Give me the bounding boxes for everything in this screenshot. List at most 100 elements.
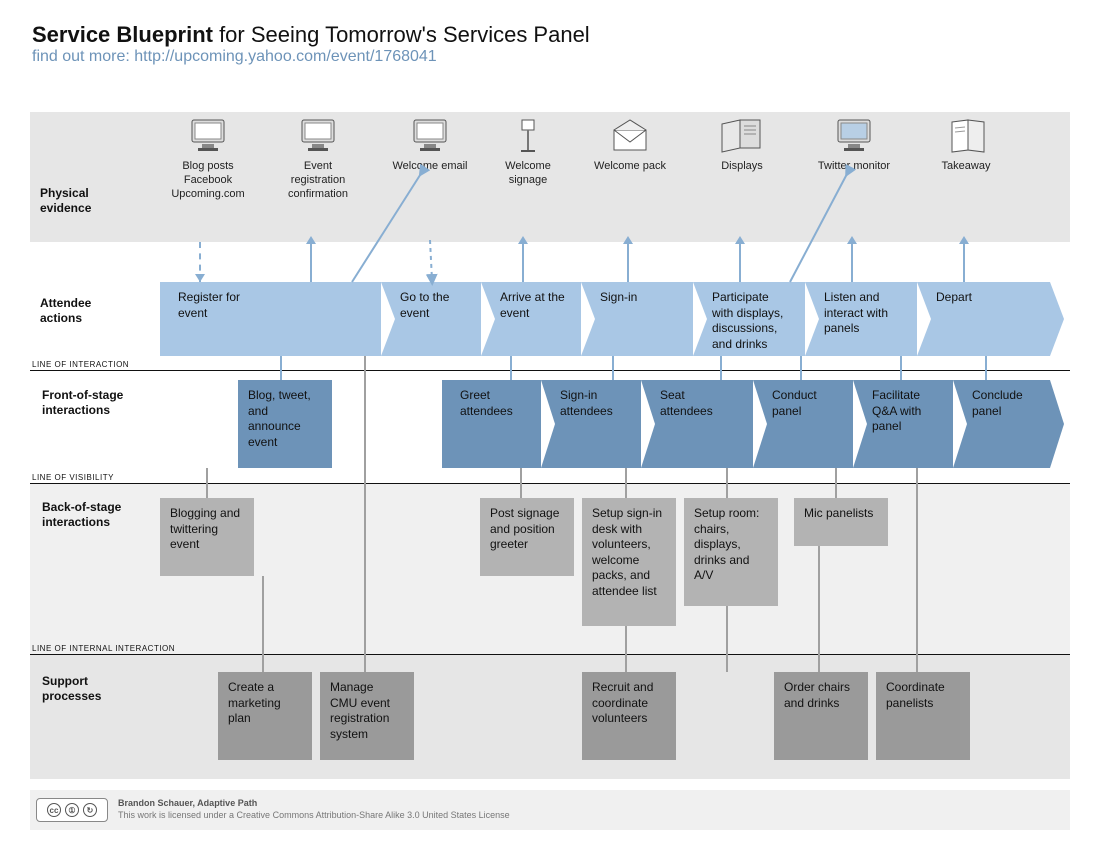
connector <box>310 242 312 282</box>
step-label: Recruit and coordinate volunteers <box>592 680 653 725</box>
fos-sign-in-attendees: Sign-in attendees <box>542 380 642 468</box>
step-label: Mic panelists <box>804 506 873 520</box>
step-label: Listen and interact with panels <box>824 290 888 335</box>
sup-manage-registration: Manage CMU event registration system <box>320 672 414 760</box>
step-label: Depart <box>936 290 972 304</box>
line-of-interaction-label: LINE OF INTERACTION <box>32 360 129 369</box>
fos-seat-attendees: Seat attendees <box>642 380 754 468</box>
arrow-up-icon <box>959 236 969 244</box>
fos-facilitate-qa: Facilitate Q&A with panel <box>854 380 954 468</box>
attendee-register: Register for event <box>160 282 382 356</box>
footer: cc ① ↻ Brandon Schauer, Adaptive Path Th… <box>30 790 1070 830</box>
pe-welcome-signage: Welcome signage <box>478 118 578 188</box>
step-label: Order chairs and drinks <box>784 680 850 710</box>
envelope-icon <box>608 118 652 154</box>
step-label: Participate with displays, discussions, … <box>712 290 783 351</box>
fos-greet-attendees: Greet attendees <box>442 380 542 468</box>
by-icon: ① <box>65 803 79 817</box>
step-label: Conduct panel <box>772 388 817 418</box>
title-rest: for Seeing Tomorrow's Services Panel <box>213 22 590 47</box>
connector <box>206 468 208 498</box>
connector <box>364 356 366 672</box>
step-label: Setup sign-in desk with volunteers, welc… <box>592 506 662 598</box>
step-label: Blog, tweet, and announce event <box>248 388 311 449</box>
attendee-arrive: Arrive at the event <box>482 282 582 356</box>
attendee-sign-in: Sign-in <box>582 282 694 356</box>
step-label: Blogging and twittering event <box>170 506 240 551</box>
step-label: Create a marketing plan <box>228 680 281 725</box>
monitor-icon <box>186 118 230 154</box>
pe-welcome-pack: Welcome pack <box>580 118 680 174</box>
title-bold: Service Blueprint <box>32 22 213 47</box>
step-label: Manage CMU event registration system <box>330 680 390 741</box>
arrow-up-icon <box>847 236 857 244</box>
sup-marketing-plan: Create a marketing plan <box>218 672 312 760</box>
step-label: Go to the event <box>400 290 449 320</box>
bos-setup-room: Setup room: chairs, displays, drinks and… <box>684 498 778 606</box>
sup-order-chairs: Order chairs and drinks <box>774 672 868 760</box>
step-label: Setup room: chairs, displays, drinks and… <box>694 506 759 582</box>
bos-blogging: Blogging and twittering event <box>160 498 254 576</box>
row-label-front-of-stage: Front-of-stage interactions <box>42 388 123 418</box>
step-label: Arrive at the event <box>500 290 565 320</box>
step-label: Register for event <box>178 290 240 320</box>
line-of-interaction <box>30 370 1070 371</box>
pe-takeaway: Takeaway <box>916 118 1016 174</box>
connector <box>835 468 837 498</box>
connector <box>916 468 918 672</box>
pe-label: Event registration confirmation <box>268 160 368 201</box>
connector <box>985 356 987 380</box>
line-of-internal-interaction <box>30 654 1070 655</box>
pe-label: Blog posts Facebook Upcoming.com <box>158 160 258 201</box>
step-label: Seat attendees <box>660 388 713 418</box>
footer-text: Brandon Schauer, Adaptive Path This work… <box>118 798 510 821</box>
page-title: Service Blueprint for Seeing Tomorrow's … <box>32 22 590 48</box>
attendee-depart: Depart <box>918 282 1050 356</box>
footer-license: This work is licensed under a Creative C… <box>118 810 510 820</box>
arrow-down-icon <box>195 274 205 282</box>
attendee-participate: Participate with displays, discussions, … <box>694 282 806 356</box>
row-label-attendee-actions: Attendee actions <box>40 296 91 326</box>
connector <box>627 242 629 282</box>
step-label: Facilitate Q&A with panel <box>872 388 921 433</box>
connector <box>800 356 802 380</box>
pe-label: Takeaway <box>916 160 1016 174</box>
pe-welcome-email: Welcome email <box>380 118 480 174</box>
row-label-back-of-stage: Back-of-stage interactions <box>42 500 121 530</box>
step-label: Greet attendees <box>460 388 513 418</box>
pe-label: Welcome signage <box>478 160 578 188</box>
connector <box>726 606 728 672</box>
monitor-icon <box>832 118 876 154</box>
fos-announce-event: Blog, tweet, and announce event <box>238 380 332 468</box>
connector <box>818 546 820 672</box>
pe-blog-posts: Blog posts Facebook Upcoming.com <box>158 118 258 201</box>
connector <box>963 242 965 282</box>
connector <box>900 356 902 380</box>
connector <box>612 356 614 380</box>
connector <box>280 356 282 380</box>
connector <box>851 242 853 282</box>
sup-recruit-volunteers: Recruit and coordinate volunteers <box>582 672 676 760</box>
sup-coordinate-panelists: Coordinate panelists <box>876 672 970 760</box>
connector <box>522 242 524 282</box>
service-blueprint-diagram: Service Blueprint for Seeing Tomorrow's … <box>0 0 1100 850</box>
step-label: Conclude panel <box>972 388 1023 418</box>
fos-conclude-panel: Conclude panel <box>954 380 1050 468</box>
boards-icon <box>720 118 764 154</box>
connector <box>510 356 512 380</box>
line-of-internal-label: LINE OF INTERNAL INTERACTION <box>32 644 175 653</box>
connector <box>625 468 627 498</box>
footer-author: Brandon Schauer, Adaptive Path <box>118 798 257 808</box>
attendee-listen: Listen and interact with panels <box>806 282 918 356</box>
pe-label: Welcome email <box>380 160 480 174</box>
pe-label: Twitter monitor <box>804 160 904 174</box>
pe-label: Welcome pack <box>580 160 680 174</box>
connector <box>262 576 264 672</box>
line-of-visibility-label: LINE OF VISIBILITY <box>32 473 114 482</box>
fos-conduct-panel: Conduct panel <box>754 380 854 468</box>
step-label: Post signage and position greeter <box>490 506 559 551</box>
monitor-icon <box>296 118 340 154</box>
bos-mic-panelists: Mic panelists <box>794 498 888 546</box>
step-label: Sign-in attendees <box>560 388 613 418</box>
attendee-go-to-event: Go to the event <box>382 282 482 356</box>
